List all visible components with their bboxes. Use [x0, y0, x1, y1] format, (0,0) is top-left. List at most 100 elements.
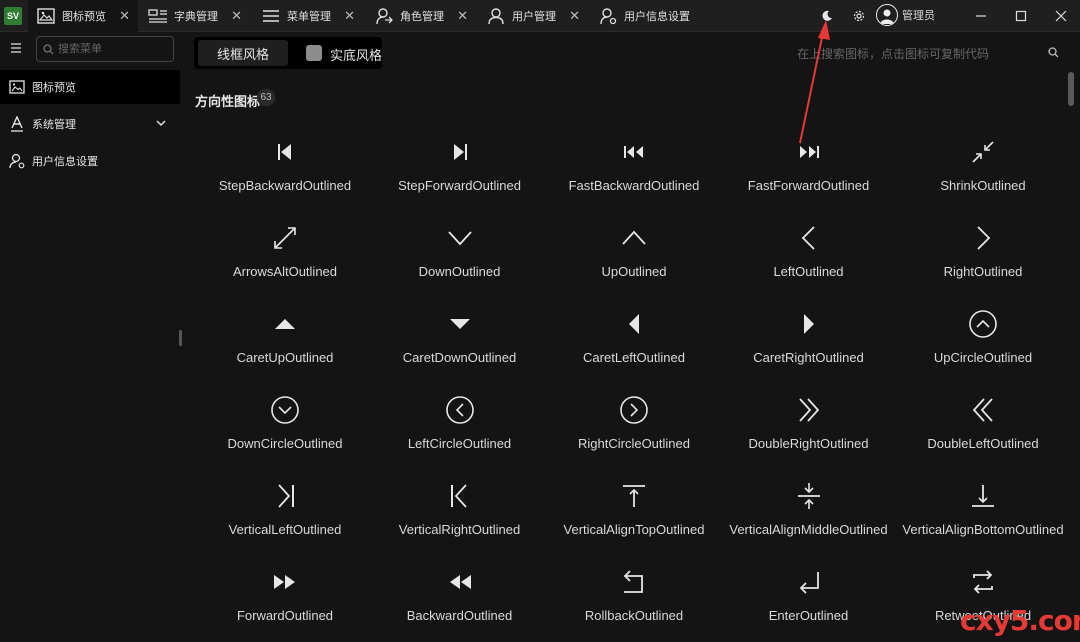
- scrollbar-thumb[interactable]: [1068, 72, 1074, 106]
- icon-name: DownOutlined: [418, 264, 501, 279]
- icon-card[interactable]: VerticalAlignMiddleOutlined: [722, 468, 896, 554]
- vertical-align-middle-outlined-icon: [793, 480, 825, 512]
- dictionary-icon: [148, 6, 168, 26]
- chevron-down-icon: [156, 118, 166, 131]
- icon-card[interactable]: VerticalAlignBottomOutlined: [896, 468, 1070, 554]
- icon-card[interactable]: VerticalAlignTopOutlined: [547, 468, 721, 554]
- icon-card[interactable]: RightOutlined: [896, 210, 1070, 296]
- icon-name: VerticalAlignMiddleOutlined: [729, 522, 888, 537]
- enter-outlined-icon: [793, 566, 825, 598]
- vertical-left-outlined-icon: [269, 480, 301, 512]
- icon-card[interactable]: CaretDownOutlined: [373, 296, 547, 382]
- menu-search-input[interactable]: [58, 43, 168, 55]
- tab-user[interactable]: 用户管理 ✕: [478, 0, 588, 32]
- icon-card[interactable]: RightCircleOutlined: [547, 382, 721, 468]
- icon-card[interactable]: DoubleRightOutlined: [722, 382, 896, 468]
- minimize-button[interactable]: [966, 0, 996, 32]
- icon-name: ArrowsAltOutlined: [232, 264, 338, 279]
- count-badge: 63: [257, 89, 275, 106]
- icon-card[interactable]: CaretLeftOutlined: [547, 296, 721, 382]
- icon-card[interactable]: RollbackOutlined: [547, 554, 721, 640]
- icon-card[interactable]: LeftOutlined: [722, 210, 896, 296]
- icon-card[interactable]: CaretUpOutlined: [198, 296, 372, 382]
- window-close-button[interactable]: [1046, 0, 1076, 32]
- gear-icon: [853, 10, 865, 22]
- icon-card[interactable]: ArrowsAltOutlined: [198, 210, 372, 296]
- icon-card[interactable]: UpCircleOutlined: [896, 296, 1070, 382]
- tab-label: 用户信息设置: [624, 11, 690, 23]
- right-circle-outlined-icon: [618, 394, 650, 426]
- icon-name: VerticalAlignBottomOutlined: [902, 522, 1064, 537]
- icon-card[interactable]: StepBackwardOutlined: [198, 124, 372, 210]
- icon-card[interactable]: UpOutlined: [547, 210, 721, 296]
- icon-name: VerticalLeftOutlined: [228, 522, 342, 537]
- sidebar-item-icon-preview[interactable]: 图标预览: [0, 70, 180, 104]
- search-icon[interactable]: [1048, 46, 1059, 61]
- right-outlined-icon: [967, 222, 999, 254]
- sidebar-resize-handle[interactable]: [179, 330, 182, 346]
- tab-icon-preview[interactable]: 图标预览 ✕: [28, 0, 138, 32]
- tab-user-settings[interactable]: 用户信息设置: [590, 0, 724, 32]
- tab-dictionary[interactable]: 字典管理 ✕: [140, 0, 250, 32]
- settings-button[interactable]: [848, 0, 870, 32]
- close-icon[interactable]: ✕: [119, 8, 130, 24]
- icon-card[interactable]: StepForwardOutlined: [373, 124, 547, 210]
- user-name: 管理员: [902, 10, 935, 22]
- icon-name: CaretRightOutlined: [753, 350, 864, 365]
- filled-style-checkbox[interactable]: [306, 45, 322, 61]
- rollback-outlined-icon: [618, 566, 650, 598]
- close-icon[interactable]: ✕: [344, 8, 355, 24]
- caret-up-outlined-icon: [269, 308, 301, 340]
- left-circle-outlined-icon: [444, 394, 476, 426]
- close-icon[interactable]: ✕: [231, 8, 242, 24]
- fast-backward-outlined-icon: [618, 136, 650, 168]
- icon-card[interactable]: CaretRightOutlined: [722, 296, 896, 382]
- sidebar-item-user-settings[interactable]: 用户信息设置: [0, 144, 180, 178]
- double-left-outlined-icon: [967, 394, 999, 426]
- retweet-outlined-icon: [967, 566, 999, 598]
- maximize-icon: [1015, 10, 1027, 22]
- icon-card[interactable]: ForwardOutlined: [198, 554, 372, 640]
- icon-card[interactable]: BackwardOutlined: [373, 554, 547, 640]
- icon-name: CaretLeftOutlined: [583, 350, 685, 365]
- icon-card[interactable]: LeftCircleOutlined: [373, 382, 547, 468]
- close-icon[interactable]: ✕: [457, 8, 468, 24]
- down-circle-outlined-icon: [269, 394, 301, 426]
- icon-name: UpCircleOutlined: [933, 350, 1033, 365]
- icon-name: FastBackwardOutlined: [568, 178, 700, 193]
- title-bar: SV 图标预览 ✕ 字典管理 ✕ 菜单管理 ✕ 角色管理 ✕ 用户管理 ✕ 用户…: [0, 0, 1080, 32]
- tab-role[interactable]: 角色管理 ✕: [366, 0, 476, 32]
- close-icon[interactable]: ✕: [569, 8, 580, 24]
- up-outlined-icon: [618, 222, 650, 254]
- section-title: 方向性图标: [195, 94, 261, 109]
- icon-card[interactable]: DoubleLeftOutlined: [896, 382, 1070, 468]
- outline-style-button[interactable]: 线框风格: [198, 40, 288, 66]
- icon-name: VerticalAlignTopOutlined: [563, 522, 705, 537]
- icon-name: BackwardOutlined: [406, 608, 513, 623]
- close-icon: [1055, 10, 1067, 22]
- user-menu[interactable]: 管理员: [876, 4, 935, 26]
- hamburger-icon[interactable]: [8, 40, 24, 56]
- sidebar-item-label: 系统管理: [32, 119, 76, 131]
- icon-card[interactable]: DownCircleOutlined: [198, 382, 372, 468]
- sidebar-item-system[interactable]: 系统管理: [0, 107, 180, 141]
- image-icon: [36, 6, 56, 26]
- tab-menu[interactable]: 菜单管理 ✕: [253, 0, 363, 32]
- filled-style-label[interactable]: 实底风格: [330, 45, 382, 64]
- image-icon: [8, 78, 26, 96]
- icon-card[interactable]: EnterOutlined: [722, 554, 896, 640]
- style-toggle: 线框风格 实底风格: [194, 37, 382, 69]
- icon-card[interactable]: FastBackwardOutlined: [547, 124, 721, 210]
- icon-name: StepForwardOutlined: [398, 178, 521, 193]
- icon-card[interactable]: ShrinkOutlined: [896, 124, 1070, 210]
- minimize-icon: [976, 15, 986, 17]
- icon-card[interactable]: VerticalRightOutlined: [373, 468, 547, 554]
- icon-name: EnterOutlined: [768, 608, 849, 623]
- icon-card[interactable]: VerticalLeftOutlined: [198, 468, 372, 554]
- down-outlined-icon: [444, 222, 476, 254]
- icon-card[interactable]: DownOutlined: [373, 210, 547, 296]
- tab-label: 用户管理: [512, 11, 556, 23]
- tab-label: 图标预览: [62, 11, 106, 23]
- search-icon: [43, 43, 54, 54]
- maximize-button[interactable]: [1006, 0, 1036, 32]
